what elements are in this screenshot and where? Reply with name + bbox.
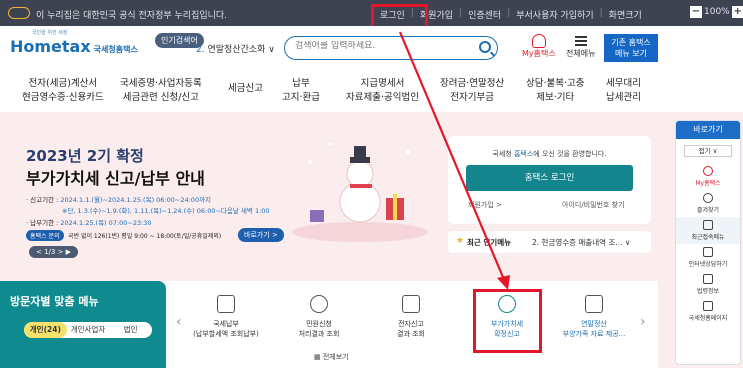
annotation-arrow	[398, 31, 510, 290]
